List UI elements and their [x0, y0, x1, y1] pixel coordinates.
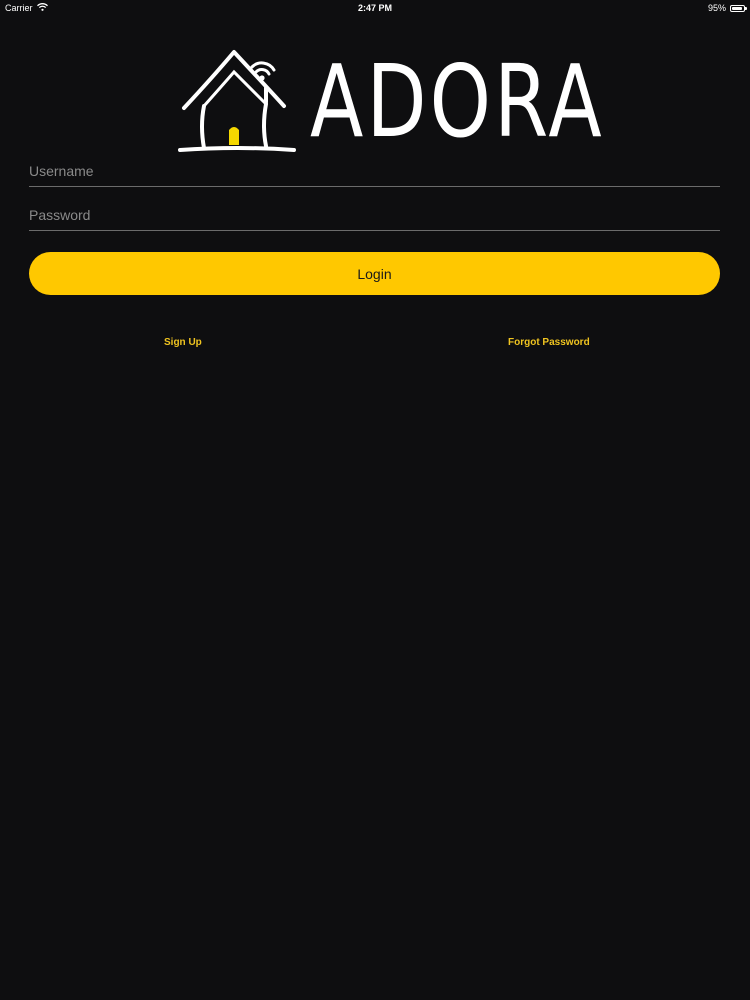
status-bar: Carrier 2:47 PM 95%	[0, 0, 750, 16]
login-screen: Carrier 2:47 PM 95% ADORA Username Login…	[0, 0, 750, 1000]
username-field	[29, 156, 720, 187]
status-right: 95%	[707, 3, 747, 13]
login-button[interactable]: Login	[29, 252, 720, 295]
password-field	[29, 200, 720, 231]
logo-text: ADORA	[310, 43, 605, 160]
battery-percent: 95%	[707, 3, 726, 13]
battery-fill	[732, 6, 743, 10]
forgot-password-link[interactable]: Forgot Password	[508, 337, 590, 348]
status-time: 2:47 PM	[357, 3, 392, 13]
sign-up-link[interactable]: Sign Up	[164, 337, 202, 348]
house-logo-icon	[178, 50, 296, 152]
battery-tip	[745, 6, 747, 10]
app-logo: ADORA	[178, 43, 602, 160]
password-input[interactable]	[29, 200, 720, 230]
username-input[interactable]	[29, 156, 720, 186]
battery-icon	[730, 4, 747, 12]
